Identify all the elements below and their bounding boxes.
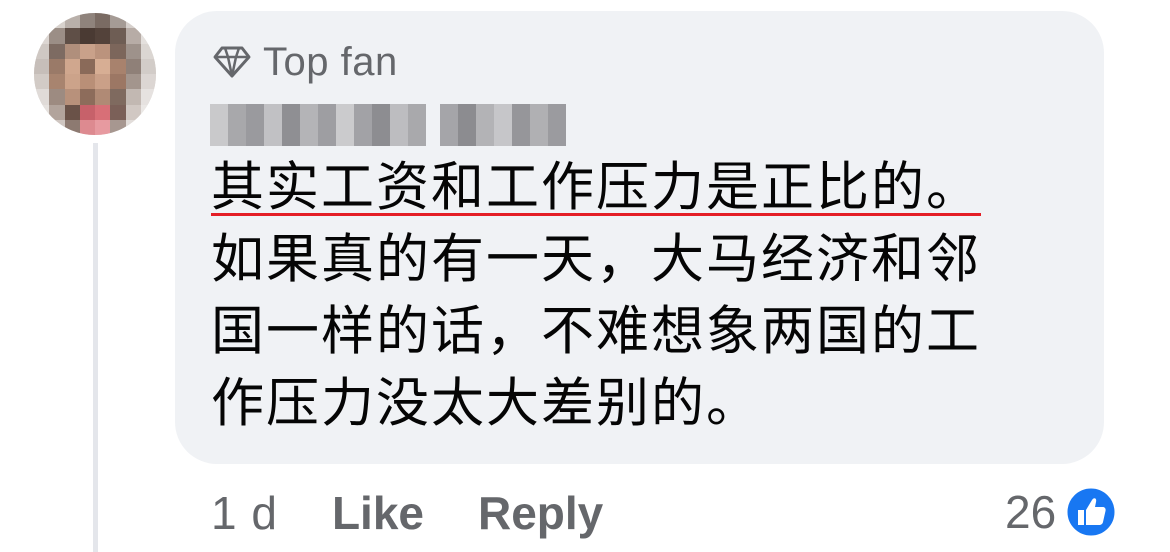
timestamp[interactable]: 1 d [211,486,278,540]
reply-thread-line [93,143,98,552]
reaction-count: 26 [1005,486,1057,538]
redacted-last-name [440,104,566,146]
comment-body: 其实工资和工作压力是正比的。 如果真的有一天，大马经济和邻 国一样的话，不难想象… [211,152,1081,440]
comment-line-2: 如果真的有一天，大马经济和邻 [211,229,981,290]
author-name-redacted[interactable] [210,104,566,146]
comment-actions: 1 d Like Reply [211,478,657,548]
comment-line-4: 作压力没太大差别的。 [211,373,761,434]
comment-line-1: 其实工资和工作压力是正比的。 [211,152,1081,224]
comment-line-3: 国一样的话，不难想象两国的工 [211,301,981,362]
like-reaction-icon [1064,485,1118,539]
redacted-first-name [210,104,426,146]
reply-button[interactable]: Reply [478,486,603,540]
reaction-summary[interactable]: 26 [1005,480,1118,544]
diamond-icon [213,46,251,78]
avatar-image [34,13,156,135]
like-button[interactable]: Like [332,486,424,540]
underlined-sentence: 其实工资和工作压力是正比的。 [211,157,981,218]
comment-container: Top fan 其实工资和工作压力是正比的。 如果真的有一天，大马经济和邻 国一… [0,0,1170,552]
badge-label: Top fan [263,39,398,84]
avatar[interactable] [34,13,156,135]
top-fan-badge[interactable]: Top fan [213,36,398,88]
